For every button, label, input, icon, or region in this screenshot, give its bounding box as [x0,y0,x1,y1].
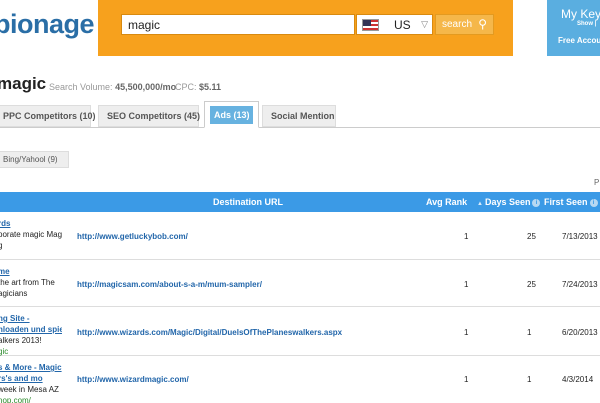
column-destination-url[interactable]: Destination URL [213,197,283,207]
search-button-label: search [442,19,473,30]
tab-ppc-competitors[interactable]: PPC Competitors (10) [0,105,96,127]
table-row: rds porate magic Magic g http://www.getl… [0,212,600,260]
tab-social-mention[interactable]: Social Mention [262,105,336,127]
ad-title[interactable]: rs's and mo [0,373,62,384]
table-row: ng Site - nloaden und spiel alkers 2013!… [0,307,600,356]
search-icon: ⚲ [478,17,487,31]
first-seen-value: 6/20/2013 [562,328,598,337]
column-first-seen-label: First Seen [544,197,588,207]
top-header: pionage magic US ▽ search ⚲ My Keyw Show… [0,0,600,56]
search-volume-label: Search Volume: [49,82,113,92]
tab-ads-label: Ads (13) [210,106,253,124]
logo[interactable]: pionage [0,9,95,40]
avg-rank-value: 1 [464,375,469,384]
first-seen-value: 7/13/2013 [562,232,598,241]
keyword-title: magic [0,74,47,93]
tab-bar: PPC Competitors (10) SEO Competitors (45… [0,100,600,128]
cpc: CPC: $5.11 [175,82,221,92]
ad-description: week in Mesa AZ [0,385,59,394]
ad-preview: me the art from The agicians [0,266,62,299]
column-first-seen[interactable]: First Seen i [544,197,598,207]
account-show-link[interactable]: Show | [577,21,596,27]
search-button[interactable]: search ⚲ [435,14,494,35]
country-select[interactable]: US ▽ [356,14,433,35]
ad-title[interactable]: rds [0,218,62,229]
first-seen-value: 4/3/2014 [562,375,594,384]
ad-description: g [0,241,3,250]
ad-description: alkers 2013! [0,336,42,345]
column-avg-rank[interactable]: Avg Rank [426,197,467,207]
search-volume-value: 45,500,000/mo [115,82,177,92]
destination-url-link[interactable]: http://magicsam.com/about-s-a-m/mum-samp… [77,280,262,289]
brand-strip: pionage [0,0,98,56]
days-seen-value: 25 [527,280,536,289]
avg-rank-value: 1 [464,328,469,337]
search-volume: Search Volume: 45,500,000/mo [49,82,176,92]
country-label: US [394,18,411,32]
table-row: me the art from The agicians http://magi… [0,260,600,307]
search-input[interactable]: magic [121,14,355,35]
avg-rank-value: 1 [464,280,469,289]
ad-title[interactable]: nloaden und spiel [0,324,62,335]
free-account-link[interactable]: Free Account [558,36,600,45]
account-title: My Keyw [561,7,600,21]
us-flag-icon [362,19,379,31]
account-panel[interactable]: My Keyw Show | Free Account [547,0,600,56]
tab-seo-competitors[interactable]: SEO Competitors (45) [98,105,200,127]
table-row: s & More - Magic rs's and mo week in Mes… [0,356,600,403]
ad-description: agicians [0,289,28,298]
info-icon[interactable]: i [532,199,541,207]
table-header: Destination URL Avg Rank ▲ Days Seen i Fir… [0,192,600,212]
pagination-label: P [594,178,600,187]
ad-preview: rds porate magic Magic g [0,218,62,251]
ad-description: porate magic Magic [0,230,62,239]
chevron-down-icon: ▽ [421,19,428,29]
destination-url-link[interactable]: http://www.wizardmagic.com/ [77,375,189,384]
cpc-value: $5.11 [199,82,222,92]
sort-icon: ▲ [477,201,483,207]
cpc-label: CPC: [175,82,197,92]
ad-title[interactable]: ng Site - [0,313,62,324]
ad-preview: ng Site - nloaden und spiel alkers 2013!… [0,313,62,357]
avg-rank-value: 1 [464,232,469,241]
destination-url-link[interactable]: http://www.wizards.com/Magic/Digital/Due… [77,328,342,337]
ad-display-url: hop.com/ [0,396,31,403]
ad-description: the art from The [0,278,55,287]
column-days-seen-label: Days Seen [484,197,531,207]
ad-preview: s & More - Magic rs's and mo week in Mes… [0,362,62,403]
column-days-seen[interactable]: ▲ Days Seen i [477,197,541,207]
info-icon[interactable]: i [589,199,598,207]
ad-title[interactable]: s & More - Magic [0,362,62,373]
first-seen-value: 7/24/2013 [562,280,598,289]
days-seen-value: 25 [527,232,536,241]
tab-ads[interactable]: Ads (13) [204,101,259,128]
days-seen-value: 1 [527,375,532,384]
ad-title[interactable]: me [0,266,62,277]
destination-url-link[interactable]: http://www.getluckybob.com/ [77,232,188,241]
days-seen-value: 1 [527,328,532,337]
subtab-bing-yahoo[interactable]: Bing/Yahool (9) [0,151,69,168]
